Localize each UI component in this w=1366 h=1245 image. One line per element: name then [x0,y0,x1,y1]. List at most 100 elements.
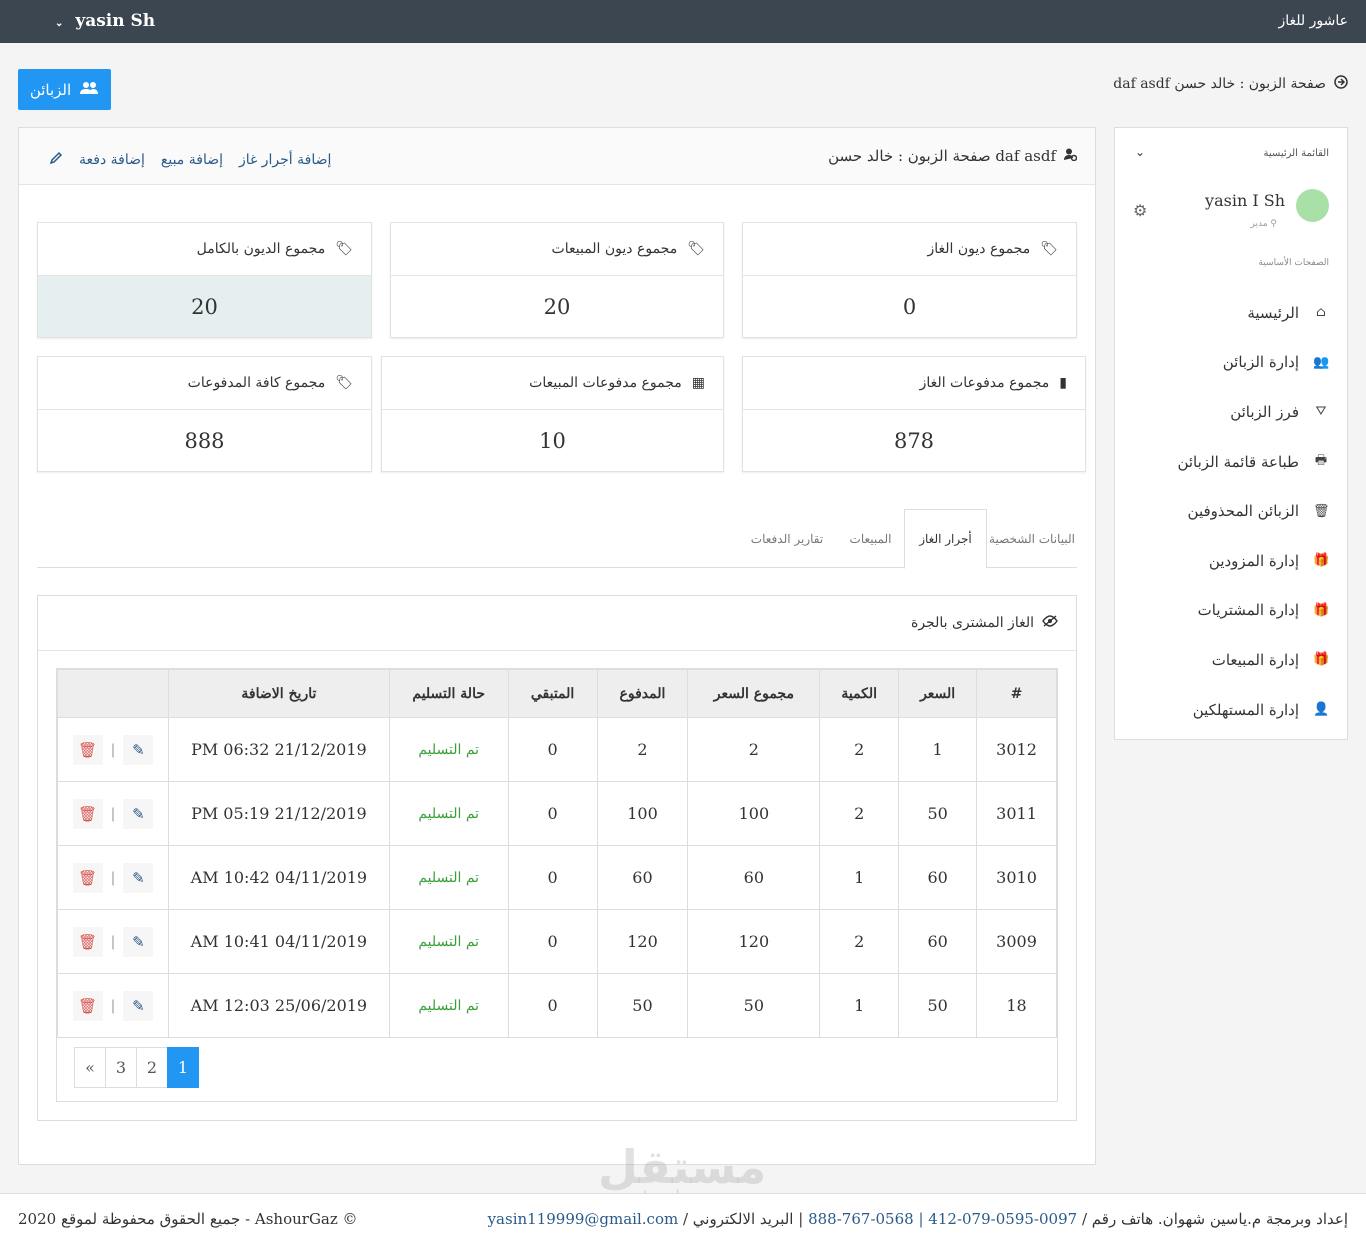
col-header-quantity: الكمية [819,669,900,718]
trash-icon: 🗑 [1313,503,1330,519]
sales-payments-value: 10 [539,428,566,453]
cell-paid: 50 [596,973,689,1038]
pagination-prev[interactable]: « [74,1047,106,1088]
customers-button[interactable]: الزبائن [18,69,111,110]
cell-quantity: 2 [819,909,900,974]
cell-quantity: 2 [819,717,900,782]
table-row: 3011 50 2 100 100 0 تم التسليم PM 05:19 … [56,781,1057,846]
sales-debts-value: 20 [543,294,571,319]
table-row: 18 50 1 50 50 0 تم التسليم AM 12:03 25/0… [56,973,1057,1038]
edit-icon[interactable]: ✎ [123,990,154,1021]
tag-icon: 🏷 [335,375,353,391]
sidebar-item-sales[interactable]: إدارة المبيعات 🎁 [1129,635,1329,685]
cell-actions: 🗑 | ✎ [56,973,170,1038]
gas-purchases-panel: الغاز المشترى بالجرة # السعر الكمية مجمو… [37,595,1077,1121]
cell-date-added: AM 10:42 04/11/2019 [168,845,390,910]
edit-icon[interactable]: ✎ [123,862,154,893]
sidebar-item-print-customers[interactable]: طباعة قائمة الزبائن 🖶 [1129,437,1329,487]
cell-total: 50 [687,973,821,1038]
tab-personal-data[interactable]: البيانات الشخصية [987,509,1077,568]
pagination-page-2[interactable]: 2 [136,1047,168,1088]
gear-icon[interactable]: ⚙ [1133,201,1147,220]
gift-icon: 🎁 [1313,652,1330,668]
user-menu[interactable]: ⌄ yasin Sh [55,11,155,31]
cell-delivery-status: تم التسليم [388,909,509,974]
cell-id: 3011 [976,781,1057,846]
pencil-icon[interactable] [49,151,63,169]
sidebar-item-consumers[interactable]: إدارة المستهلكين 👤 [1129,685,1330,735]
pagination-page-3[interactable]: 3 [105,1047,137,1088]
col-header-price: السعر [898,669,978,718]
footer-email-label: | البريد الالكتروني / [682,1210,804,1228]
brand-title[interactable]: عاشور للغاز [1279,13,1348,29]
divider: | [110,869,116,886]
col-header-delivery-status: حالة التسليم [388,669,509,718]
sidebar-item-deleted-customers[interactable]: الزبائن المحذوفين 🗑 [1129,486,1330,536]
cell-price: 60 [898,909,978,974]
cell-total: 100 [687,781,821,846]
total-payments-value: 888 [184,428,225,453]
cell-remaining: 0 [507,909,598,974]
sidebar-section-title: الصفحات الأساسية [1258,258,1329,268]
cell-date-added: PM 05:19 21/12/2019 [168,781,390,846]
gas-debts-label: مجموع ديون الغاز [927,241,1031,257]
sidebar-item-label: إدارة المستهلكين [1192,700,1299,719]
panel-header: الغاز المشترى بالجرة [38,596,1076,651]
cell-remaining: 0 [507,973,598,1038]
gas-cylinder-icon: ▮ [1059,375,1067,391]
divider: | [110,997,116,1014]
sidebar-item-label: فرز الزبائن [1230,402,1299,421]
table-row: 3010 60 1 60 60 0 تم التسليم AM 10:42 04… [56,845,1057,910]
main-content: صفحة الزبون : خالد حسن daf asdf إضافة دف… [18,127,1096,1165]
gas-payments-card: مجموع مدفوعات الغاز ▮ 878 [742,356,1086,472]
page-title: صفحة الزبون : خالد حسن daf asdf [828,147,1078,165]
gas-debts-card: مجموع ديون الغاز 🏷 0 [742,222,1077,338]
users-icon: 👥 [1313,354,1330,370]
table-row: 3012 1 2 2 2 0 تم التسليم PM 06:32 21/12… [56,717,1057,782]
edit-icon[interactable]: ✎ [123,734,154,765]
footer-email-link[interactable]: yasin119999@gmail.com [488,1210,679,1228]
sidebar-menu-title: القائمة الرئيسية [1263,148,1329,159]
calendar-icon: ▦ [691,375,705,391]
page-title-text: صفحة الزبون : خالد حسن daf asdf [828,147,1056,165]
cell-price: 50 [898,781,978,846]
delete-icon[interactable]: 🗑 [72,862,103,893]
sidebar: القائمة الرئيسية ⌄ yasin I Sh مدير ⚲ ⚙ ا… [1114,127,1348,740]
cell-actions: 🗑 | ✎ [56,909,170,974]
sidebar-user-role: مدير ⚲ [1250,219,1277,229]
delete-icon[interactable]: 🗑 [72,734,103,765]
sidebar-item-label: إدارة المبيعات [1211,650,1299,669]
footer-credits: إعداد وبرمجة م.ياسين شهوان. هاتف رقم / 0… [488,1210,1348,1228]
add-gas-link[interactable]: إضافة أجرار غاز [239,152,331,168]
total-debts-card: مجموع الديون بالكامل 🏷 20 [37,222,372,338]
add-sale-link[interactable]: إضافة مبيع [161,152,223,168]
footer: جميع الحقوق محفوظة لموقع 2020 - AshourGa… [0,1193,1366,1245]
tab-sales[interactable]: المبيعات [837,509,904,568]
cell-date-added: AM 12:03 25/06/2019 [168,973,390,1038]
sidebar-user-name: yasin I Sh [1205,191,1285,210]
tag-icon: 🏷 [1040,241,1058,257]
add-payment-link[interactable]: إضافة دفعة [79,152,145,168]
total-debts-label: مجموع الديون بالكامل [196,241,326,257]
sidebar-item-label: إدارة المزودين [1208,551,1299,570]
chevron-down-icon[interactable]: ⌄ [1135,145,1145,159]
sidebar-item-label: طباعة قائمة الزبائن [1177,452,1299,471]
table-row: 3009 60 2 120 120 0 تم التسليم AM 10:41 … [56,909,1057,974]
sidebar-item-customers[interactable]: إدارة الزبائن 👥 [1129,338,1329,388]
sidebar-item-sort-customers[interactable]: فرز الزبائن ⛛ [1129,387,1329,437]
sidebar-item-suppliers[interactable]: إدارة المزودين 🎁 [1129,536,1329,586]
tab-gas-cylinders[interactable]: أجرار الغاز [904,509,987,569]
sidebar-item-purchases[interactable]: إدارة المشتريات 🎁 [1129,586,1330,636]
delete-icon[interactable]: 🗑 [72,990,103,1021]
delete-icon[interactable]: 🗑 [72,798,103,829]
sidebar-item-home[interactable]: الرئيسية ⌂ [1129,288,1329,338]
avatar [1296,189,1329,222]
edit-icon[interactable]: ✎ [123,798,154,829]
edit-icon[interactable]: ✎ [123,926,154,957]
arrow-circle-icon [1334,75,1348,93]
delete-icon[interactable]: 🗑 [72,926,103,957]
tab-payment-reports[interactable]: تقارير الدفعات [737,509,837,568]
pagination-page-1[interactable]: 1 [167,1047,199,1088]
breadcrumb-text: صفحة الزبون : خالد حسن daf asdf [1113,76,1326,92]
cell-paid: 100 [596,781,689,846]
